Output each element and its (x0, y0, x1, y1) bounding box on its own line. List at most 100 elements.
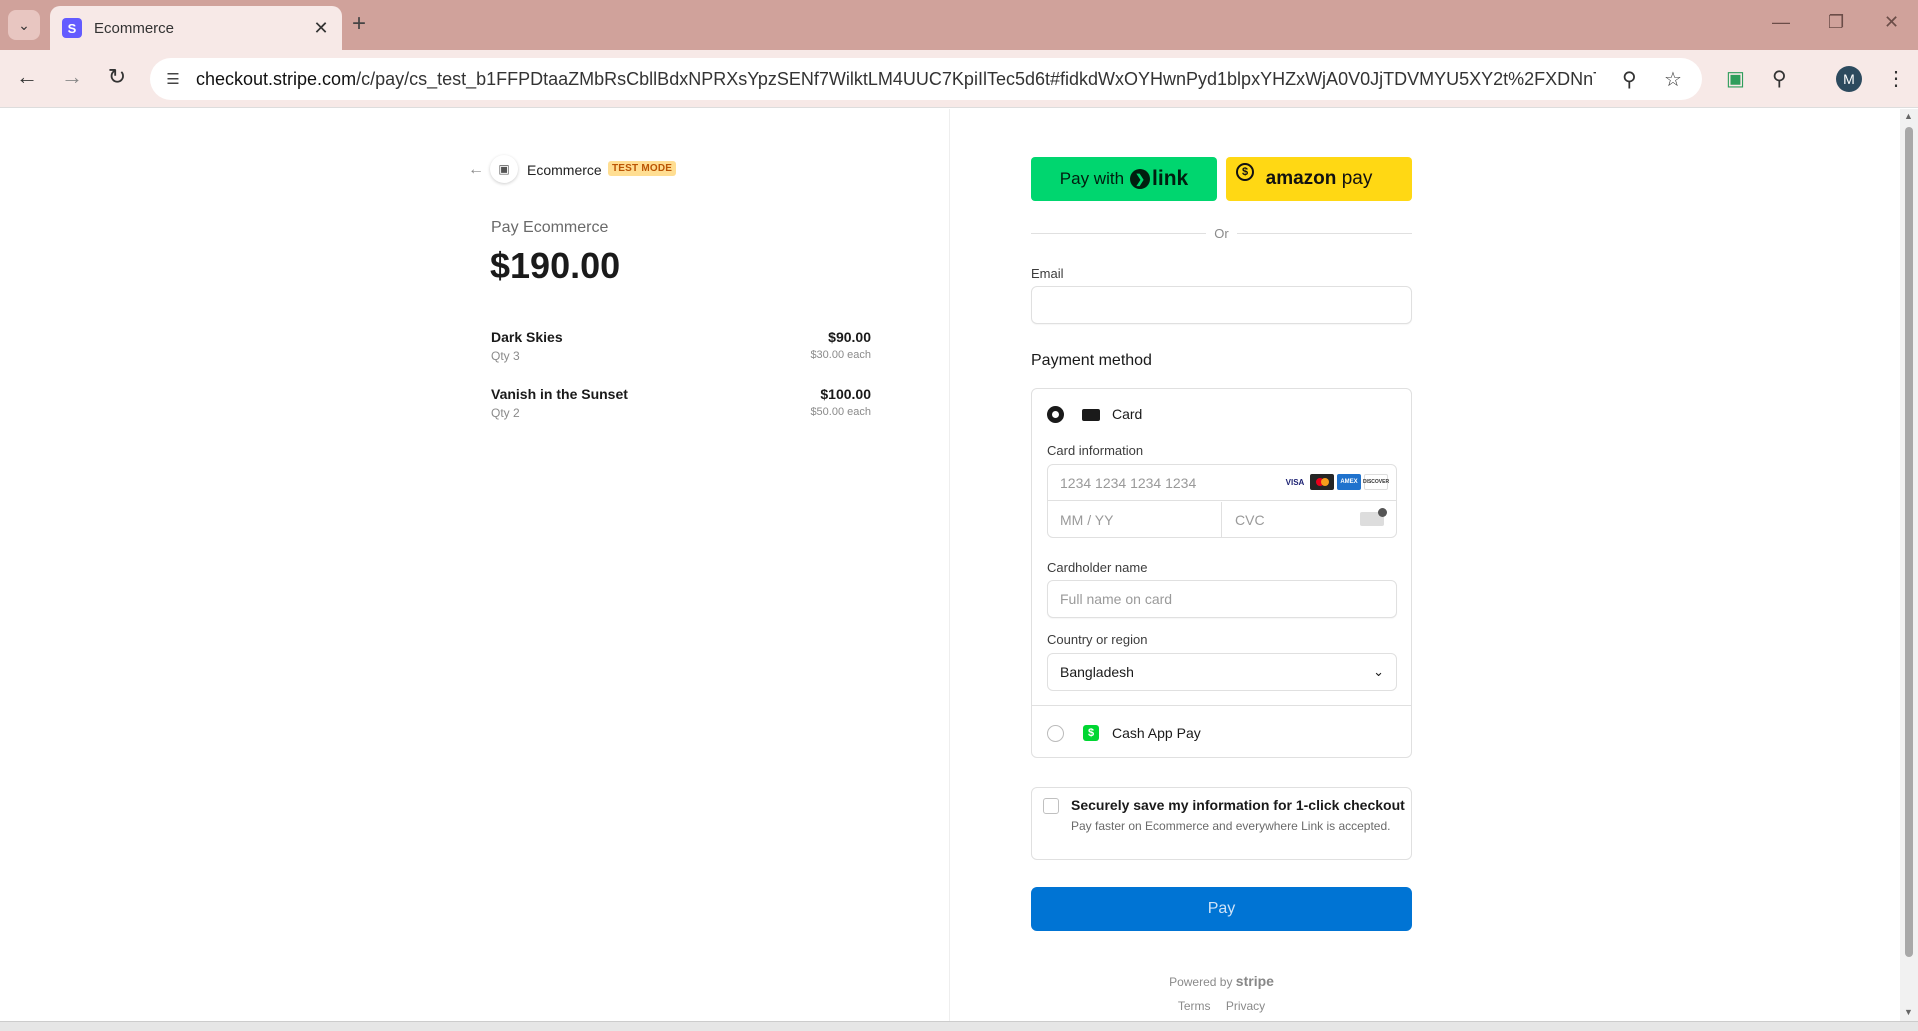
save-info-title: Securely save my information for 1-click… (1071, 797, 1405, 813)
amazon-word: amazon (1265, 168, 1337, 189)
close-tab-icon[interactable]: ✕ (308, 18, 334, 39)
card-number-input[interactable]: 1234 1234 1234 1234 VISA AMEX DISCOVER (1048, 465, 1396, 501)
reload-icon[interactable]: ↻ (102, 64, 132, 90)
browser-toolbar: ← → ↻ ☰ checkout.stripe.com/c/pay/cs_tes… (0, 50, 1918, 108)
back-arrow-icon[interactable]: ← (468, 161, 484, 179)
tab-title: Ecommerce (94, 19, 175, 37)
extensions-puzzle-icon[interactable]: ⚲ (1772, 66, 1787, 91)
cvc-placeholder: CVC (1235, 512, 1265, 528)
url-host: checkout.stripe.com (196, 68, 357, 89)
visa-icon: VISA (1283, 474, 1307, 490)
link-logo: ❯ link (1130, 167, 1188, 191)
card-option-label: Card (1112, 406, 1143, 422)
email-field[interactable] (1031, 286, 1412, 324)
expiry-placeholder: MM / YY (1060, 512, 1114, 528)
chevron-down-icon: ⌄ (1373, 664, 1384, 679)
link-word: link (1152, 167, 1189, 190)
cardholder-name-field[interactable]: Full name on card (1047, 580, 1397, 618)
cvc-card-icon (1360, 508, 1387, 526)
scrollbar-thumb[interactable] (1905, 127, 1913, 957)
card-brands: VISA AMEX DISCOVER (1283, 474, 1389, 490)
expiry-input[interactable]: MM / YY (1048, 502, 1222, 538)
scroll-up-arrow-icon[interactable]: ▲ (1904, 111, 1913, 121)
stripe-favicon-icon: S (62, 18, 82, 38)
url-text[interactable]: checkout.stripe.com/c/pay/cs_test_b1FFPD… (196, 69, 1596, 90)
divider-line (1237, 233, 1412, 234)
discover-icon: DISCOVER (1363, 474, 1389, 490)
cashapp-option-label: Cash App Pay (1112, 725, 1201, 741)
country-value: Bangladesh (1060, 664, 1134, 680)
card-number-placeholder: 1234 1234 1234 1234 (1060, 474, 1197, 491)
cashapp-icon: $ (1083, 725, 1099, 741)
extension-icon[interactable]: ▣ (1726, 66, 1745, 91)
bookmark-star-icon[interactable]: ☆ (1664, 67, 1682, 92)
url-path: /c/pay/cs_test_b1FFPDtaaZMbRsCbllBdxNPRX… (356, 68, 1596, 89)
mastercard-icon (1310, 474, 1334, 490)
email-label: Email (1031, 266, 1064, 281)
payment-pane: Pay with ❯ link $ amazon pay Or Email Pay… (951, 109, 1900, 1021)
credit-card-icon (1082, 409, 1100, 421)
merchant-store-icon: ▣ (490, 155, 518, 183)
cardholder-placeholder: Full name on card (1060, 591, 1173, 607)
payment-method-divider (1032, 705, 1411, 706)
line-item: Dark Skies Qty 3 $90.00 $30.00 each (491, 329, 871, 363)
browser-tab[interactable]: S Ecommerce ✕ (50, 6, 342, 50)
item-price: $100.00 (820, 386, 871, 402)
checkout-page: ← ▣ Ecommerce TEST MODE Pay Ecommerce $1… (0, 109, 1900, 1021)
scroll-down-arrow-icon[interactable]: ▼ (1904, 1007, 1913, 1017)
pay-with-link-button[interactable]: Pay with ❯ link (1031, 157, 1217, 201)
zoom-icon[interactable]: ⚲ (1622, 67, 1637, 92)
merchant-name: Ecommerce (527, 162, 602, 178)
stripe-logo: stripe (1235, 973, 1274, 989)
item-price: $90.00 (828, 329, 871, 345)
item-unit-price: $30.00 each (810, 349, 871, 361)
privacy-link[interactable]: Privacy (1226, 999, 1265, 1013)
card-info-label: Card information (1047, 443, 1144, 458)
restore-icon[interactable]: ❐ (1828, 12, 1844, 33)
footer-links: Terms Privacy (1031, 999, 1412, 1013)
amex-icon: AMEX (1337, 474, 1361, 490)
save-info-checkbox[interactable] (1043, 798, 1059, 814)
terms-link[interactable]: Terms (1178, 999, 1211, 1013)
forward-icon[interactable]: → (57, 64, 87, 90)
link-prefix: Pay with (1059, 169, 1125, 188)
tab-search-button[interactable]: ⌄ (8, 10, 40, 40)
item-unit-price: $50.00 each (810, 406, 871, 418)
item-name: Vanish in the Sunset (491, 386, 628, 402)
country-select[interactable]: Bangladesh ⌄ (1047, 653, 1397, 691)
chevron-down-icon: ⌄ (18, 16, 30, 33)
link-save-info-box: Securely save my information for 1-click… (1031, 787, 1412, 860)
express-checkout-row: Pay with ❯ link $ amazon pay (1031, 157, 1412, 201)
or-divider: Or (1031, 226, 1412, 241)
taskbar-edge (0, 1021, 1918, 1031)
total-amount: $190.00 (490, 245, 621, 286)
card-radio[interactable] (1047, 406, 1064, 423)
link-arrow-icon: ❯ (1130, 169, 1151, 189)
amazon-pay-word: pay (1341, 168, 1373, 189)
payment-method-accordion: Card Card information 1234 1234 1234 123… (1031, 388, 1412, 758)
cvc-input[interactable]: CVC (1223, 502, 1396, 538)
line-item: Vanish in the Sunset Qty 2 $100.00 $50.0… (491, 386, 871, 420)
order-summary-pane: ← ▣ Ecommerce TEST MODE Pay Ecommerce $1… (0, 109, 950, 1021)
site-info-icon[interactable]: ☰ (158, 64, 188, 94)
address-bar[interactable]: ☰ checkout.stripe.com/c/pay/cs_test_b1FF… (150, 58, 1702, 100)
country-label: Country or region (1047, 632, 1148, 647)
menu-kebab-icon[interactable]: ⋮ (1886, 66, 1906, 91)
cashapp-radio[interactable] (1047, 725, 1064, 742)
page-scrollbar[interactable]: ▲ ▼ (1900, 109, 1918, 1021)
powered-by-text: Powered by (1169, 975, 1233, 989)
pay-button[interactable]: Pay (1031, 887, 1412, 931)
amazon-coin-icon: $ (1236, 163, 1254, 181)
close-window-icon[interactable]: ✕ (1884, 12, 1899, 33)
profile-avatar[interactable]: M (1836, 66, 1862, 92)
new-tab-icon[interactable]: + (352, 10, 366, 38)
pay-label: Pay Ecommerce (491, 219, 609, 236)
browser-tab-bar: ⌄ S Ecommerce ✕ + — ❐ ✕ (0, 0, 1918, 50)
back-icon[interactable]: ← (12, 64, 42, 90)
minimize-icon[interactable]: — (1772, 12, 1790, 33)
payment-method-title: Payment method (1031, 352, 1152, 369)
card-info-group: 1234 1234 1234 1234 VISA AMEX DISCOVER M… (1047, 464, 1397, 538)
powered-by-stripe[interactable]: Powered by stripe (1031, 973, 1412, 989)
test-mode-badge: TEST MODE (608, 161, 677, 176)
amazon-pay-button[interactable]: $ amazon pay (1226, 157, 1412, 201)
